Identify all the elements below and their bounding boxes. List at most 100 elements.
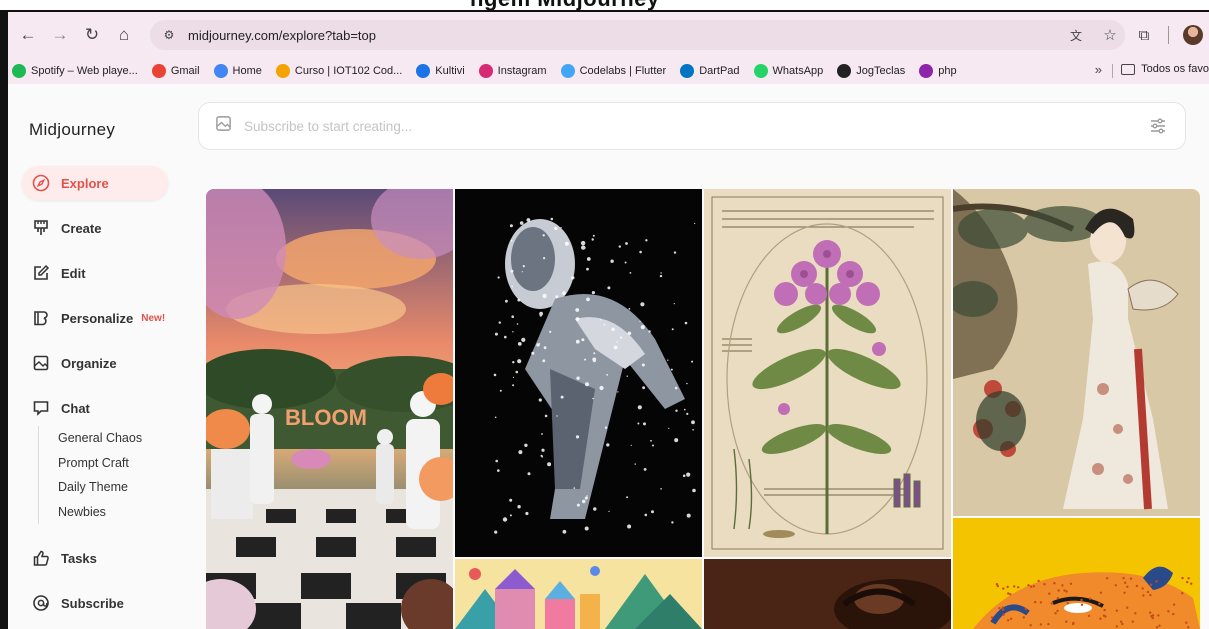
sparkle-dot <box>564 241 569 246</box>
bookmark-label: Home <box>232 65 262 77</box>
folder-label: Todos os favo <box>1141 63 1209 75</box>
sparkle-dot <box>560 395 564 399</box>
nav-tasks[interactable]: Tasks <box>22 541 168 575</box>
sparkle-dot <box>586 297 590 302</box>
sparkle-dot <box>525 511 529 516</box>
sparkle-dot <box>645 239 648 242</box>
tiger-dot <box>1155 580 1158 583</box>
divider <box>1168 26 1169 44</box>
sparkle-dot <box>512 361 515 364</box>
profile-avatar[interactable] <box>1183 25 1203 45</box>
gallery-image-dotted-tiger[interactable] <box>953 518 1200 629</box>
bookmark-item[interactable]: Home <box>213 64 262 78</box>
bookmark-item[interactable]: WhatsApp <box>753 64 823 78</box>
bookmark-favicon-icon <box>151 64 166 78</box>
nav-label: Organize <box>61 355 117 371</box>
nav-label: Personalize <box>61 310 134 326</box>
nav-explore[interactable]: Explore <box>22 166 168 200</box>
nav-organize[interactable]: Organize <box>22 346 168 380</box>
gallery-image-bloom[interactable]: BLOOM <box>206 189 453 629</box>
tiger-dot <box>1142 594 1145 597</box>
url-text[interactable]: midjourney.com/explore?tab=top <box>188 28 376 43</box>
chat-channel-daily-theme[interactable]: Daily Theme <box>58 475 142 500</box>
nav-edit[interactable]: Edit <box>22 256 168 290</box>
bookmark-item[interactable]: Curso | IOT102 Cod... <box>275 64 402 78</box>
sparkle-dot <box>648 330 651 333</box>
tiger-dot <box>1155 626 1159 629</box>
home-icon[interactable]: ⌂ <box>112 23 136 47</box>
chat-channel-newbies[interactable]: Newbies <box>58 500 142 525</box>
tiger-dot <box>1039 601 1043 604</box>
nav-create[interactable]: Create <box>22 211 168 245</box>
bookmark-item[interactable]: Kultivi <box>416 64 465 78</box>
tiger-dot <box>1065 620 1068 623</box>
bookmark-favicon-icon <box>919 64 934 78</box>
image-upload-icon[interactable] <box>215 115 232 137</box>
tiger-dot <box>1186 580 1189 584</box>
gallery-image-castle-town[interactable] <box>455 559 702 629</box>
nav-personalize[interactable]: Personalize New! <box>22 301 168 335</box>
back-arrow-icon[interactable]: ← <box>16 23 40 47</box>
reload-icon[interactable]: ↻ <box>80 23 104 47</box>
tiger-dot <box>1123 591 1126 594</box>
tiger-dot <box>1063 589 1066 592</box>
bookmark-item[interactable]: Spotify – Web playe... <box>12 64 138 78</box>
sparkle-dot <box>494 530 498 534</box>
chat-channel-prompt-craft[interactable]: Prompt Craft <box>58 451 142 476</box>
chat-channel-list: General Chaos Prompt Craft Daily Theme N… <box>38 426 142 524</box>
tiger-dot <box>1017 586 1020 589</box>
chat-channel-general-chaos[interactable]: General Chaos <box>58 426 142 451</box>
sparkle-dot <box>592 359 596 363</box>
sparkle-dot <box>620 336 623 339</box>
tiger-dot <box>1123 581 1127 584</box>
tiger-dot <box>1135 584 1139 588</box>
sparkle-dot <box>584 526 589 531</box>
all-bookmarks-folder[interactable]: Todos os favo <box>1121 63 1209 75</box>
sparkle-dot <box>593 507 597 511</box>
sparkle-dot <box>538 398 542 402</box>
sparkle-dot <box>585 382 589 387</box>
sparkle-dot <box>550 217 554 221</box>
bookmark-item[interactable]: JogTeclas <box>837 64 905 78</box>
sparkle-dot <box>651 510 654 514</box>
sparkle-dot <box>573 487 576 489</box>
tiger-dot <box>1057 589 1060 592</box>
more-bookmarks-button[interactable]: » <box>1095 62 1102 77</box>
gallery-image-geisha-painting[interactable] <box>953 189 1200 516</box>
translate-icon[interactable]: 文 <box>1066 25 1086 45</box>
extensions-icon[interactable]: ⧉ <box>1134 25 1154 45</box>
sparkle-dot <box>580 240 586 246</box>
sparkle-dot <box>547 462 552 467</box>
bookmark-item[interactable]: Instagram <box>478 64 547 78</box>
url-box[interactable]: ⚙ midjourney.com/explore?tab=top <box>150 20 1125 50</box>
sparkle-dot <box>644 513 648 517</box>
bookmark-item[interactable]: Gmail <box>151 64 200 78</box>
forward-arrow-icon[interactable]: → <box>48 23 72 47</box>
gallery-image-glitter-figure[interactable] <box>455 189 702 557</box>
settings-sliders-icon[interactable] <box>1149 117 1167 135</box>
gallery-image-dark-still-life[interactable] <box>704 559 951 629</box>
sparkle-dot <box>502 517 508 522</box>
prompt-bar[interactable] <box>198 102 1186 150</box>
gallery-image-botanical-plate[interactable] <box>704 189 951 557</box>
tiger-dot <box>1080 603 1084 606</box>
bookmark-item[interactable]: Codelabs | Flutter <box>560 64 666 78</box>
sparkle-dot <box>539 314 542 317</box>
site-settings-icon[interactable]: ⚙ <box>160 26 178 44</box>
nav-chat[interactable]: Chat <box>22 391 168 425</box>
prompt-input[interactable] <box>244 118 1124 134</box>
sparkle-dot <box>584 358 587 361</box>
bookmark-item[interactable]: php <box>919 64 957 78</box>
brand-logo[interactable]: Midjourney <box>29 120 115 140</box>
sidebar: Midjourney Explore Create Edit Personali… <box>8 84 196 629</box>
tiger-dot <box>1134 612 1137 615</box>
sparkle-dot <box>599 319 602 321</box>
star-icon[interactable]: ☆ <box>1100 25 1120 45</box>
nav-subscribe[interactable]: Subscribe <box>22 586 168 620</box>
sparkle-dot <box>526 218 531 222</box>
sparkle-dot <box>575 435 580 439</box>
sparkle-dot <box>640 325 645 330</box>
bookmark-item[interactable]: DartPad <box>680 64 740 78</box>
sparkle-dot <box>555 295 559 299</box>
bookmark-label: Instagram <box>497 65 547 77</box>
